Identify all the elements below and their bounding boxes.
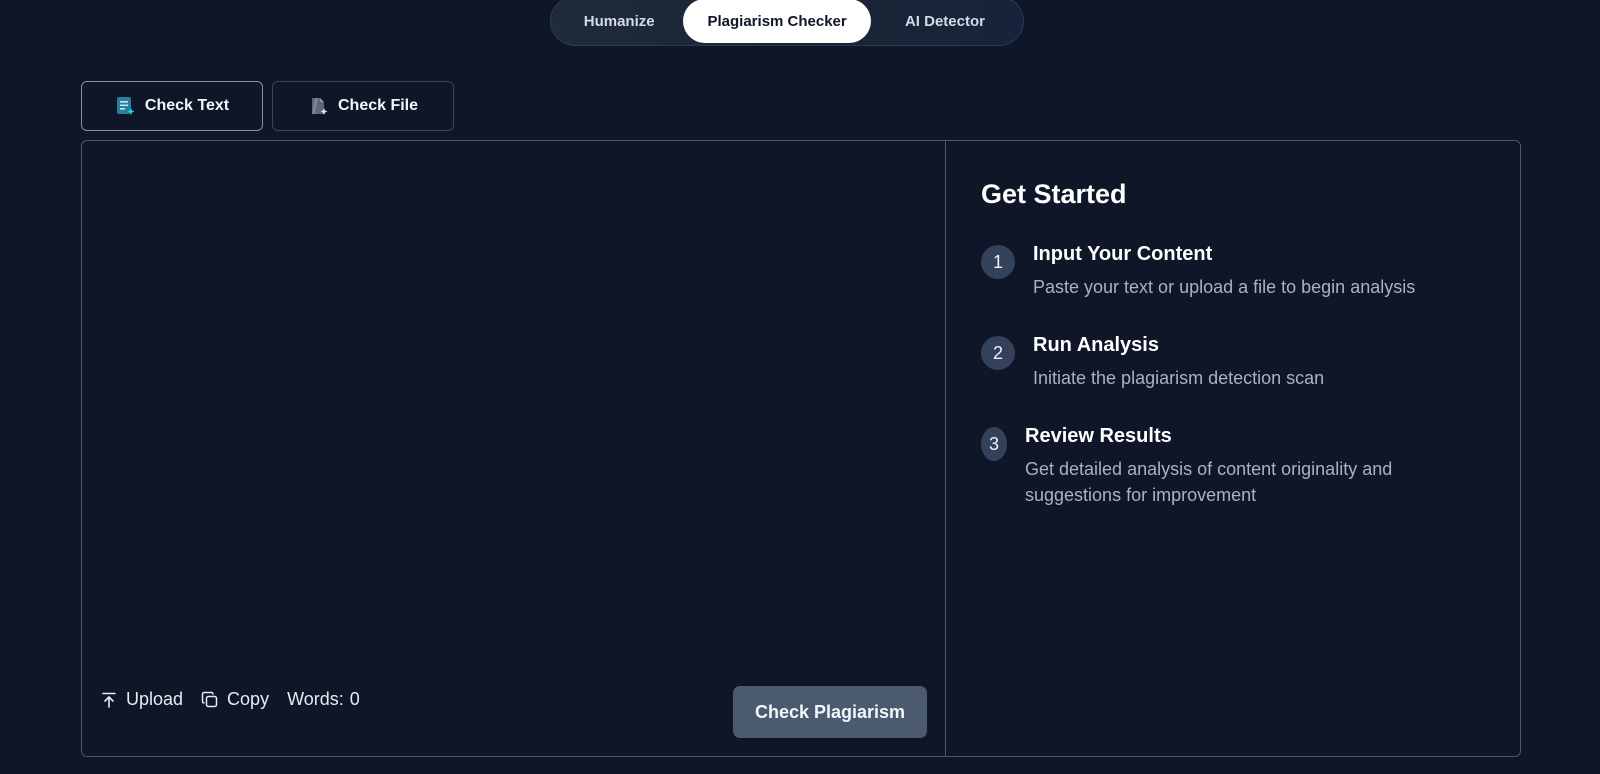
check-file-tab[interactable]: Check File [272,81,454,131]
step-title: Run Analysis [1033,334,1159,356]
tab-ai-detector[interactable]: AI Detector [871,0,1019,43]
upload-label: Upload [126,689,184,709]
page-root: Humanize Plagiarism Checker AI Detector … [0,0,1600,774]
copy-label: Copy [227,689,270,709]
guide-title: Get Started [981,179,1127,209]
file-sparkle-icon [308,96,328,116]
step-description: Initiate the plagiarism detection scan [1033,368,1325,388]
copy-button[interactable]: Copy [201,689,269,710]
step-3: 3 Review Results Get detailed analysis o… [981,425,1445,508]
document-sparkle-icon [115,96,135,116]
upload-icon [102,692,116,708]
word-count-label: Words: [287,689,344,709]
step-2: 2 Run Analysis Initiate the plagiarism d… [981,334,1453,391]
upload-button[interactable]: Upload [100,689,183,710]
editor-area: Upload Copy Words: 0 Check Plagiarism [82,141,945,756]
check-text-tab[interactable]: Check Text [81,81,263,131]
step-number: 3 [981,427,1007,461]
tab-plagiarism-checker[interactable]: Plagiarism Checker [683,0,871,43]
step-1: 1 Input Your Content Paste your text or … [981,243,1453,300]
check-text-label: Check Text [144,97,230,114]
get-started-guide: Get Started 1 Input Your Content Paste y… [981,141,1501,756]
main-panel: Upload Copy Words: 0 Check Plagiarism Ge [81,140,1521,757]
step-number: 1 [981,245,1015,279]
tool-switch: Humanize Plagiarism Checker AI Detector [550,0,1024,46]
panel-divider [945,141,946,756]
step-title: Input Your Content [1033,243,1213,265]
tab-humanize[interactable]: Humanize [555,0,683,43]
step-title: Review Results [1025,425,1172,447]
word-count-value: 0 [349,689,360,709]
step-number: 2 [981,336,1015,370]
text-input[interactable] [102,161,922,671]
step-description: Paste your text or upload a file to begi… [1033,277,1416,297]
copy-icon [201,691,218,707]
step-description: Get detailed analysis of content origina… [1025,459,1393,505]
editor-footer: Upload Copy Words: 0 [100,689,360,710]
word-count: Words: 0 [287,689,360,710]
check-plagiarism-button[interactable]: Check Plagiarism [733,686,927,738]
check-file-label: Check File [337,97,419,114]
